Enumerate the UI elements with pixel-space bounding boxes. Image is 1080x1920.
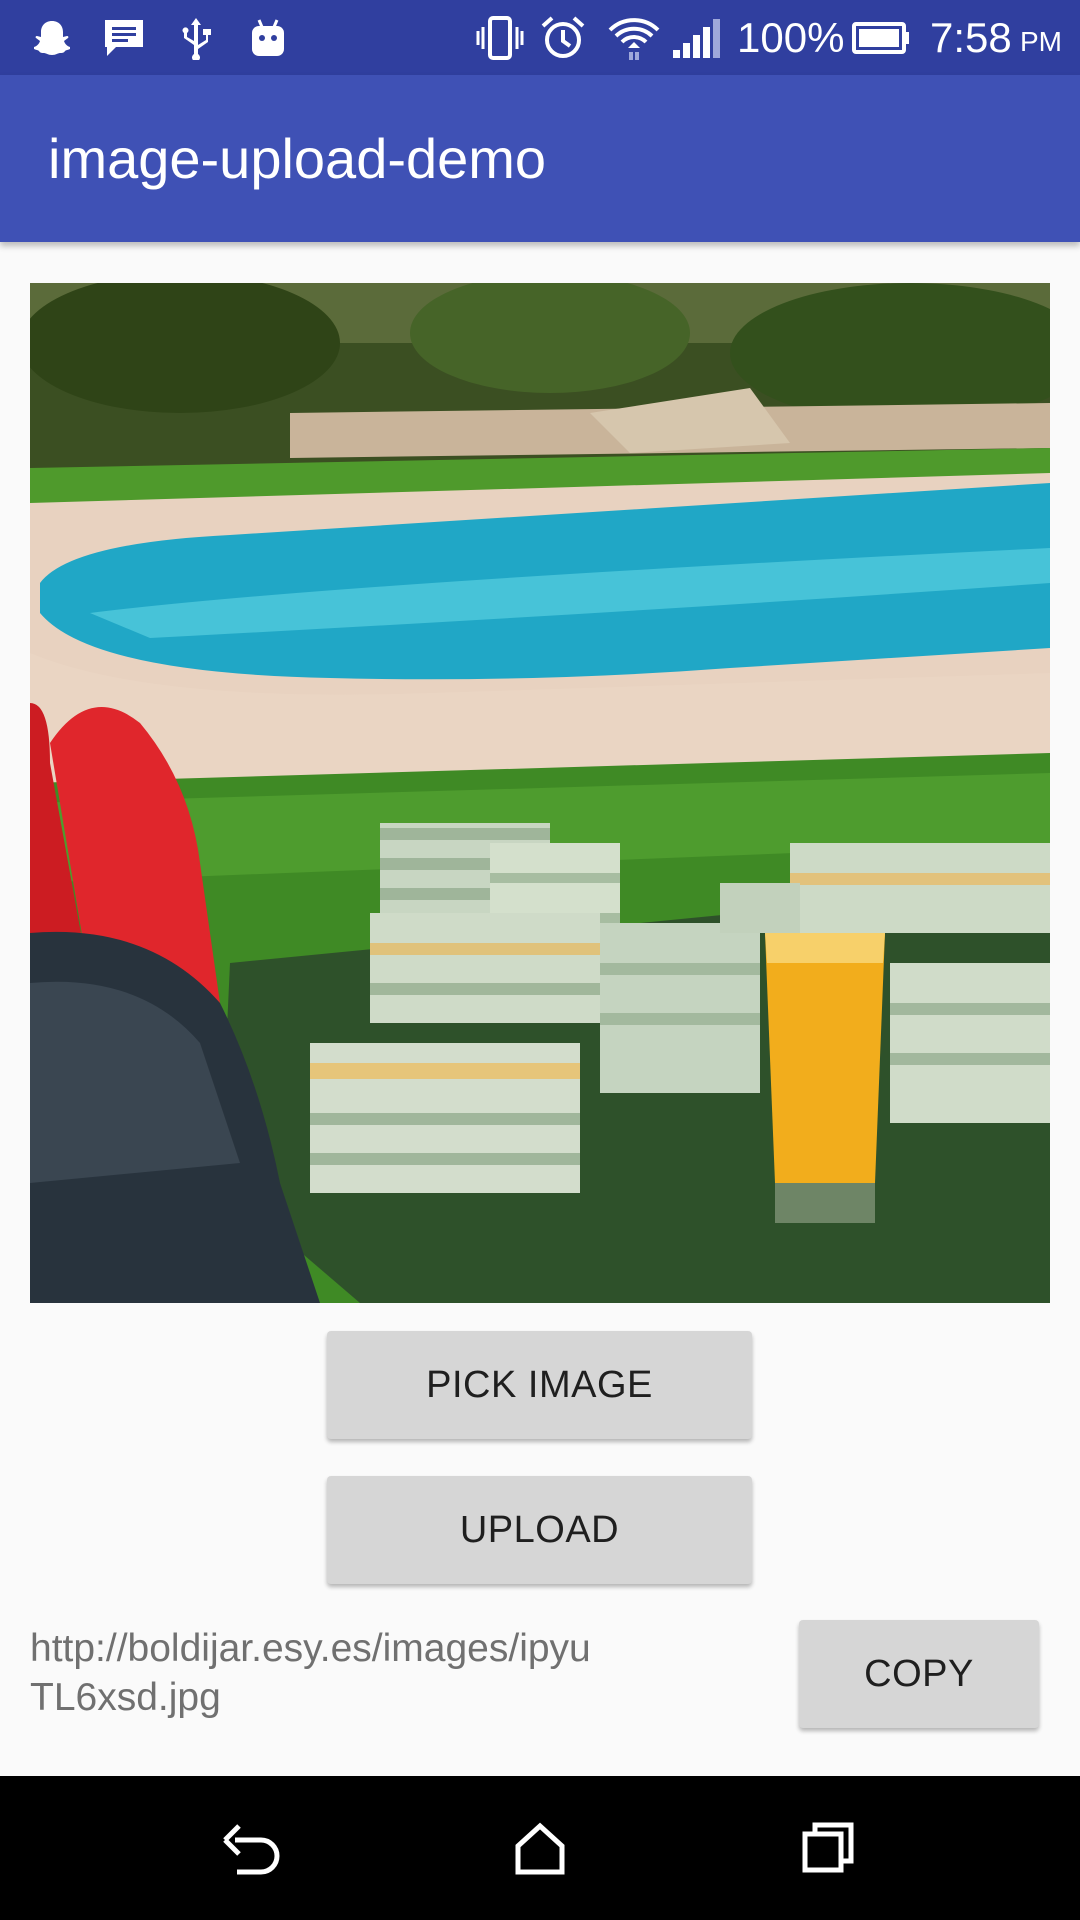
usb-icon — [172, 14, 220, 62]
status-bar: 100% 7:58 PM — [0, 0, 1080, 75]
clock-time: 7:58 — [930, 14, 1012, 61]
snapchat-icon — [28, 14, 76, 62]
copy-label: COPY — [864, 1652, 974, 1695]
vibrate-icon — [474, 14, 526, 62]
android-icon — [244, 14, 292, 62]
app-title: image-upload-demo — [48, 127, 547, 190]
image-preview — [30, 283, 1050, 1303]
alarm-icon — [537, 14, 589, 62]
back-icon[interactable] — [212, 1808, 292, 1888]
home-icon[interactable] — [500, 1808, 580, 1888]
wifi-icon — [606, 14, 662, 62]
signal-icon — [670, 14, 722, 62]
clock-meridiem: PM — [1020, 26, 1062, 57]
upload-button[interactable]: UPLOAD — [327, 1476, 752, 1584]
copy-button[interactable]: COPY — [799, 1620, 1039, 1728]
battery-icon — [852, 14, 910, 62]
juice-glass — [765, 933, 885, 1223]
uploaded-url-text: http://boldijar.esy.es/images/ipyuTL6xsd… — [30, 1627, 591, 1719]
message-icon — [100, 14, 148, 62]
navigation-bar — [0, 1776, 1080, 1920]
battery-percentage: 100% — [737, 14, 845, 61]
poolside-photo — [30, 283, 1050, 1303]
pick-image-label: PICK IMAGE — [426, 1363, 653, 1406]
pick-image-button[interactable]: PICK IMAGE — [327, 1331, 752, 1439]
app-bar: image-upload-demo — [0, 75, 1080, 242]
recents-icon[interactable] — [788, 1808, 868, 1888]
upload-label: UPLOAD — [459, 1508, 620, 1551]
